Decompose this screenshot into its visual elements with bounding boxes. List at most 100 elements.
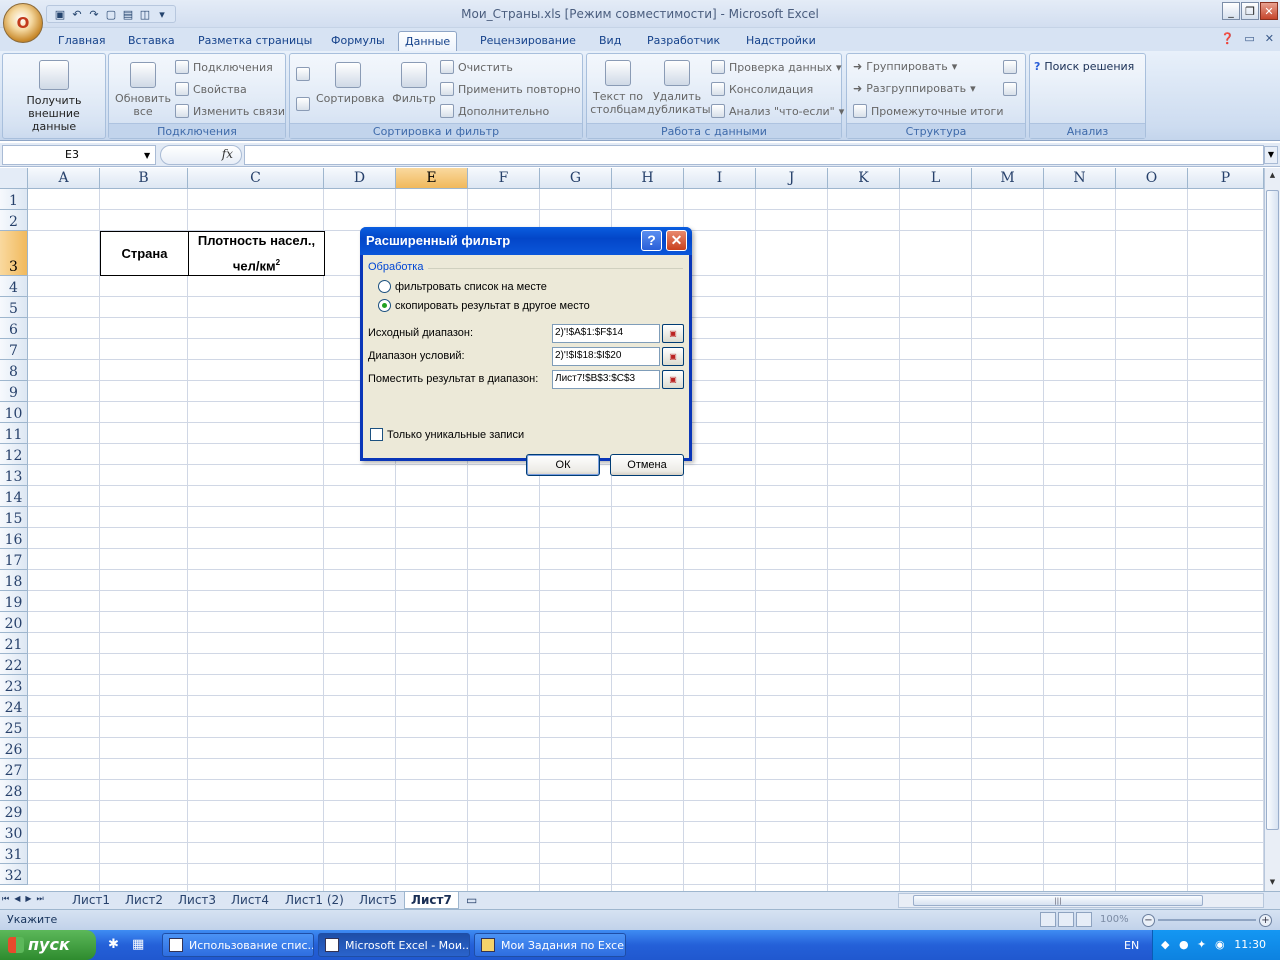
tab-review[interactable]: Рецензирование [474, 31, 582, 52]
horizontal-scrollbar[interactable]: ||| [898, 893, 1264, 908]
tab-page-layout[interactable]: Разметка страницы [192, 31, 318, 52]
tray-device-icon[interactable]: ✦ [1197, 938, 1206, 951]
column-header-f[interactable]: F [468, 168, 540, 189]
reapply-button[interactable]: Применить повторно [440, 82, 581, 96]
column-header-e[interactable]: E [396, 168, 468, 189]
column-header-c[interactable]: C [188, 168, 324, 189]
row-header-3[interactable]: 3 [0, 231, 28, 276]
cancel-button[interactable]: Отмена [610, 454, 684, 476]
column-header-p[interactable]: P [1188, 168, 1264, 189]
row-header-27[interactable]: 27 [0, 759, 28, 780]
zoom-track[interactable] [1158, 919, 1256, 921]
sheet-tab-5[interactable]: Лист1 (2) [279, 892, 350, 909]
row-header-7[interactable]: 7 [0, 339, 28, 360]
dialog-help-button[interactable]: ? [641, 230, 662, 251]
row-header-22[interactable]: 22 [0, 654, 28, 675]
sheet-tab-2[interactable]: Лист2 [119, 892, 169, 909]
column-header-g[interactable]: G [540, 168, 612, 189]
remove-duplicates-button[interactable]: Удалить дубликаты [647, 60, 711, 116]
column-header-h[interactable]: H [612, 168, 684, 189]
restore-workbook-icon[interactable]: ▭ [1244, 32, 1254, 45]
row-header-23[interactable]: 23 [0, 675, 28, 696]
row-header-24[interactable]: 24 [0, 696, 28, 717]
column-header-i[interactable]: I [684, 168, 756, 189]
scroll-up-icon[interactable]: ▲ [1266, 168, 1279, 182]
page-layout-view-icon[interactable] [1058, 912, 1074, 927]
row-header-21[interactable]: 21 [0, 633, 28, 654]
expand-formula-bar-icon[interactable]: ▼ [1264, 146, 1278, 164]
taskbar-button-folder[interactable]: Мои Задания по Excel [474, 933, 626, 957]
vertical-scrollbar[interactable]: ▲ ▼ [1264, 168, 1280, 891]
row-header-9[interactable]: 9 [0, 381, 28, 402]
dialog-close-button[interactable]: ✕ [666, 230, 687, 251]
row-header-6[interactable]: 6 [0, 318, 28, 339]
column-header-j[interactable]: J [756, 168, 828, 189]
filter-button[interactable]: Фильтр [388, 62, 440, 105]
help-icon[interactable]: ❓ [1221, 32, 1235, 45]
row-header-19[interactable]: 19 [0, 591, 28, 612]
row-header-5[interactable]: 5 [0, 297, 28, 318]
data-validation-button[interactable]: Проверка данных ▾ [711, 60, 842, 74]
row-header-1[interactable]: 1 [0, 189, 28, 210]
sheet-tab-1[interactable]: Лист1 [66, 892, 116, 909]
row-header-15[interactable]: 15 [0, 507, 28, 528]
row-header-4[interactable]: 4 [0, 276, 28, 297]
start-button[interactable]: пуск [0, 930, 96, 960]
ok-button[interactable]: ОК [526, 454, 600, 476]
column-header-n[interactable]: N [1044, 168, 1116, 189]
subtotal-button[interactable]: Промежуточные итоги [853, 104, 1003, 118]
tab-addins[interactable]: Надстройки [740, 31, 822, 52]
scroll-down-icon[interactable]: ▼ [1266, 875, 1279, 889]
column-header-a[interactable]: A [28, 168, 100, 189]
name-box[interactable]: E3 [2, 145, 156, 165]
radio-filter-in-place[interactable]: фильтровать список на месте [378, 280, 547, 293]
sheet-tab-6[interactable]: Лист5 [353, 892, 403, 909]
normal-view-icon[interactable] [1040, 912, 1056, 927]
unique-records-checkbox[interactable]: Только уникальные записи [370, 428, 524, 441]
dialog-title-bar[interactable]: Расширенный фильтр ? ✕ [360, 227, 692, 255]
tray-volume-icon[interactable]: ◉ [1215, 938, 1225, 951]
solver-button[interactable]: ? Поиск решения [1034, 60, 1134, 73]
tab-formulas[interactable]: Формулы [325, 31, 391, 52]
refresh-all-button[interactable]: Обновить все [113, 62, 173, 118]
properties-button[interactable]: Свойства [175, 82, 247, 96]
row-header-30[interactable]: 30 [0, 822, 28, 843]
collapse-dialog-icon[interactable]: ▣ [662, 347, 684, 366]
tray-antivirus-icon[interactable]: ● [1179, 938, 1189, 951]
row-header-25[interactable]: 25 [0, 717, 28, 738]
vertical-scroll-thumb[interactable] [1266, 190, 1279, 830]
insert-function-button[interactable]: fx [160, 145, 242, 165]
row-header-2[interactable]: 2 [0, 210, 28, 231]
column-header-k[interactable]: K [828, 168, 900, 189]
row-header-17[interactable]: 17 [0, 549, 28, 570]
radio-copy-to-location-dot[interactable] [378, 299, 391, 312]
hide-detail-button[interactable] [1003, 82, 1017, 96]
copy-to-input[interactable]: Лист7!$B$3:$C$3 [552, 370, 660, 389]
text-to-columns-button[interactable]: Текст по столбцам [589, 60, 647, 116]
source-range-input[interactable]: 2)'!$A$1:$F$14 [552, 324, 660, 343]
radio-filter-in-place-dot[interactable] [378, 280, 391, 293]
horizontal-scroll-thumb[interactable]: ||| [913, 895, 1203, 906]
tab-insert[interactable]: Вставка [122, 31, 181, 52]
tab-view[interactable]: Вид [593, 31, 627, 52]
row-header-26[interactable]: 26 [0, 738, 28, 759]
row-header-8[interactable]: 8 [0, 360, 28, 381]
sort-za-button[interactable] [296, 96, 312, 112]
row-header-20[interactable]: 20 [0, 612, 28, 633]
column-header-b[interactable]: B [100, 168, 188, 189]
office-button[interactable]: O [3, 3, 43, 43]
row-header-29[interactable]: 29 [0, 801, 28, 822]
show-desktop-icon[interactable]: ▦ [132, 937, 144, 952]
select-all-corner[interactable] [0, 168, 28, 189]
tray-network-icon[interactable]: ◆ [1161, 938, 1169, 951]
consolidate-button[interactable]: Консолидация [711, 82, 813, 96]
sheet-tab-3[interactable]: Лист3 [172, 892, 222, 909]
row-header-31[interactable]: 31 [0, 843, 28, 864]
criteria-range-input[interactable]: 2)'!$I$18:$I$20 [552, 347, 660, 366]
sheet-tab-4[interactable]: Лист4 [225, 892, 275, 909]
what-if-button[interactable]: Анализ "что-если" ▾ [711, 104, 844, 118]
unique-records-box[interactable] [370, 428, 383, 441]
prev-sheet-icon[interactable]: ◀ [14, 894, 20, 904]
quicklaunch-icon[interactable]: ✱ [108, 937, 119, 952]
row-header-32[interactable]: 32 [0, 864, 28, 885]
